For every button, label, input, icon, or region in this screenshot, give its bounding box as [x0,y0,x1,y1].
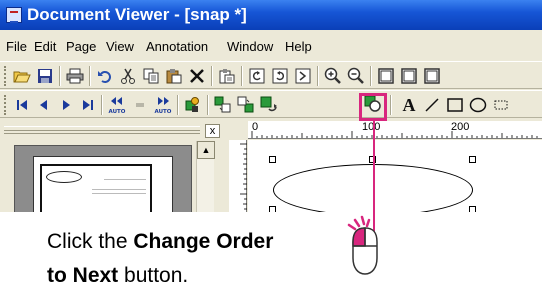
button-highlight [359,93,387,121]
paste-special-icon[interactable] [216,65,238,87]
first-page-icon[interactable] [11,94,33,116]
toolbar-separator [241,66,243,86]
toolbar-separator [390,95,392,115]
cut-icon[interactable] [117,65,139,87]
fit-page-icon[interactable] [421,65,443,87]
thumbnail-panel: x ▲ [0,121,226,212]
menu-help[interactable]: Help [285,39,312,54]
auto-forward-icon[interactable]: AUTO [152,94,174,116]
panel-scrollbar[interactable]: ▲ [196,141,215,212]
rotate-right-icon[interactable] [269,65,291,87]
thumbnail-text-line [104,179,146,180]
zoom-out-icon[interactable] [345,65,367,87]
vertical-ruler [229,140,247,212]
rotate-left-icon[interactable] [246,65,268,87]
thumbnail-ellipse [46,171,82,183]
menu-view[interactable]: View [106,39,134,54]
ruler-label-200: 200 [451,121,470,133]
document-canvas[interactable] [248,140,542,212]
change-order-to-previous-icon[interactable] [258,94,280,116]
title-bar: Document Viewer - [snap *] [0,0,542,30]
instruction-line-2: to Next button. [47,264,189,287]
mouse-click-icon [335,212,395,285]
ruler-corner [229,121,247,139]
toolbar-separator [59,66,61,86]
thumbnail-text-line [92,189,146,190]
stop-icon[interactable] [129,94,151,116]
svg-text:AUTO: AUTO [155,109,172,115]
auto-backward-icon[interactable]: AUTO [106,94,128,116]
ellipse-icon[interactable] [467,94,489,116]
toolbar-separator [317,66,319,86]
line-icon[interactable] [421,94,443,116]
selection-handle[interactable] [469,156,476,163]
panel-close-button[interactable]: x [205,124,220,138]
two-page-icon[interactable] [398,65,420,87]
menu-edit[interactable]: Edit [34,39,56,54]
menu-page[interactable]: Page [66,39,96,54]
bring-to-front-icon[interactable] [212,94,234,116]
thumbnail-area [14,145,192,212]
instruction-text: Click the Change Order to Next button. [47,225,273,289]
menu-bar: File Edit Page View Annotation Window He… [0,32,542,60]
instruction-line-1: Click the Change Order [47,230,274,253]
toolbar-separator [207,95,209,115]
last-page-icon[interactable] [77,94,99,116]
paste-icon[interactable] [163,65,185,87]
scroll-up-button[interactable]: ▲ [197,141,215,159]
rectangle-icon[interactable] [444,94,466,116]
toolbar-separator [177,95,179,115]
delete-icon[interactable] [186,65,208,87]
send-to-back-icon[interactable] [235,94,257,116]
text-icon[interactable]: A [398,94,420,116]
menu-annotation[interactable]: Annotation [146,39,208,54]
toolbar-separator [101,95,103,115]
save-icon[interactable] [34,65,56,87]
ruler-ticks [240,143,247,210]
page-thumbnail[interactable] [33,156,173,212]
panel-header: x [4,124,222,138]
toolbar-grip[interactable] [4,95,7,115]
ruler-label-0: 0 [252,121,259,133]
menu-window[interactable]: Window [227,39,273,54]
toolbar-separator [89,66,91,86]
print-icon[interactable] [64,65,86,87]
svg-text:AUTO: AUTO [109,109,126,115]
selection-handle[interactable] [269,206,276,212]
ruler-ticks [251,131,538,138]
toolbar-grip[interactable] [4,66,7,86]
thumbnail-text-line [92,193,146,194]
previous-page-icon[interactable] [33,94,55,116]
toolbar-separator [211,66,213,86]
annotation-toolbar: AUTO AUTO A [0,90,542,118]
rotate-page-icon[interactable] [292,65,314,87]
selection-handle[interactable] [469,206,476,212]
document-viewer-window: Document Viewer - [snap *] File Edit Pag… [0,0,542,212]
panel-grip[interactable] [4,126,200,134]
zoom-in-icon[interactable] [322,65,344,87]
toolbar-separator [370,66,372,86]
standard-toolbar [0,61,542,89]
dashed-rectangle-icon[interactable] [490,94,512,116]
app-icon [6,7,22,23]
copy-icon[interactable] [140,65,162,87]
horizontal-ruler: 0 100 200 [248,121,542,139]
window-title: Document Viewer - [snap *] [27,5,247,24]
next-page-icon[interactable] [55,94,77,116]
ruler-label-100: 100 [362,121,381,133]
open-icon[interactable] [11,65,33,87]
undo-icon[interactable] [94,65,116,87]
menu-file[interactable]: File [6,39,27,54]
annotation-tool-icon[interactable] [182,94,204,116]
selection-handle[interactable] [269,156,276,163]
page-view-icon[interactable] [375,65,397,87]
